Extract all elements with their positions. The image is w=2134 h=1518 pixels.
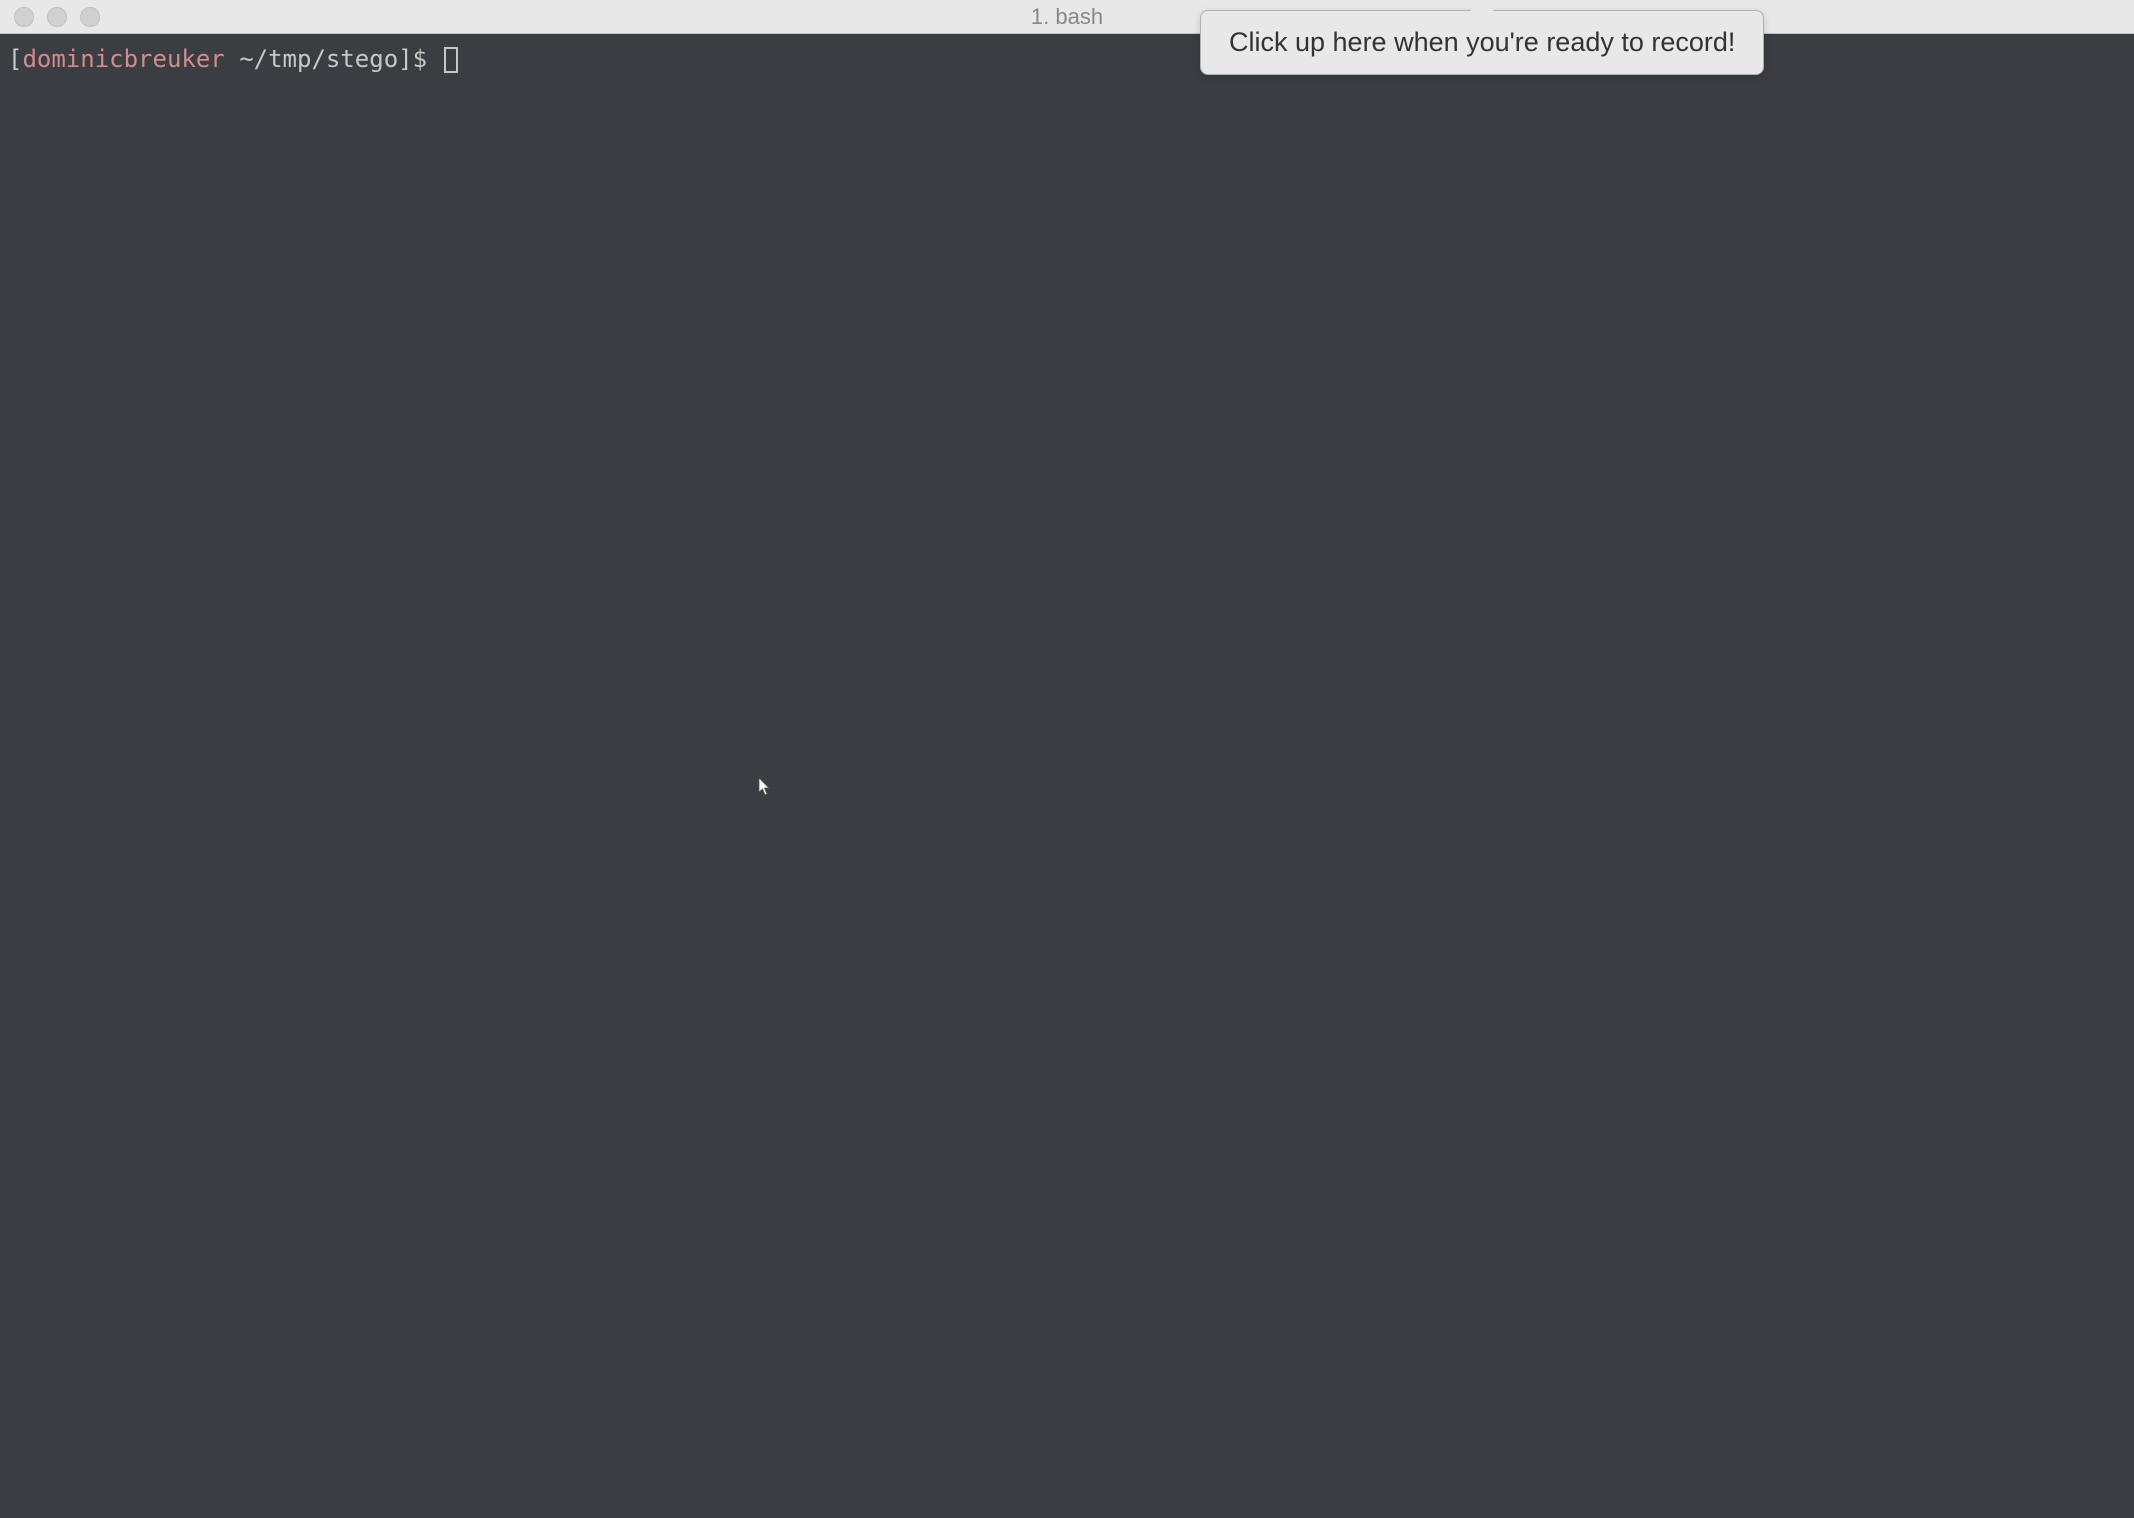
prompt-username: dominicbreuker	[22, 44, 224, 75]
maximize-button[interactable]	[80, 7, 100, 27]
terminal-cursor	[444, 47, 458, 73]
mouse-cursor-icon	[758, 774, 772, 794]
tooltip-text: Click up here when you're ready to recor…	[1229, 27, 1735, 57]
prompt-symbol: $	[413, 44, 442, 75]
prompt-bracket-close: ]	[398, 44, 412, 75]
close-button[interactable]	[14, 7, 34, 27]
window-title: 1. bash	[1031, 4, 1103, 30]
window-titlebar: 1. bash	[0, 0, 2134, 34]
prompt-bracket-open: [	[8, 44, 22, 75]
prompt-line: [dominicbreuker ~/tmp/stego]$	[8, 44, 2126, 75]
traffic-lights	[0, 7, 100, 27]
prompt-separator	[225, 44, 239, 75]
tooltip-arrow-icon	[1468, 0, 1496, 13]
minimize-button[interactable]	[47, 7, 67, 27]
record-tooltip[interactable]: Click up here when you're ready to recor…	[1200, 10, 1764, 75]
prompt-path: ~/tmp/stego	[239, 44, 398, 75]
terminal-body[interactable]: [dominicbreuker ~/tmp/stego]$	[0, 34, 2134, 1518]
